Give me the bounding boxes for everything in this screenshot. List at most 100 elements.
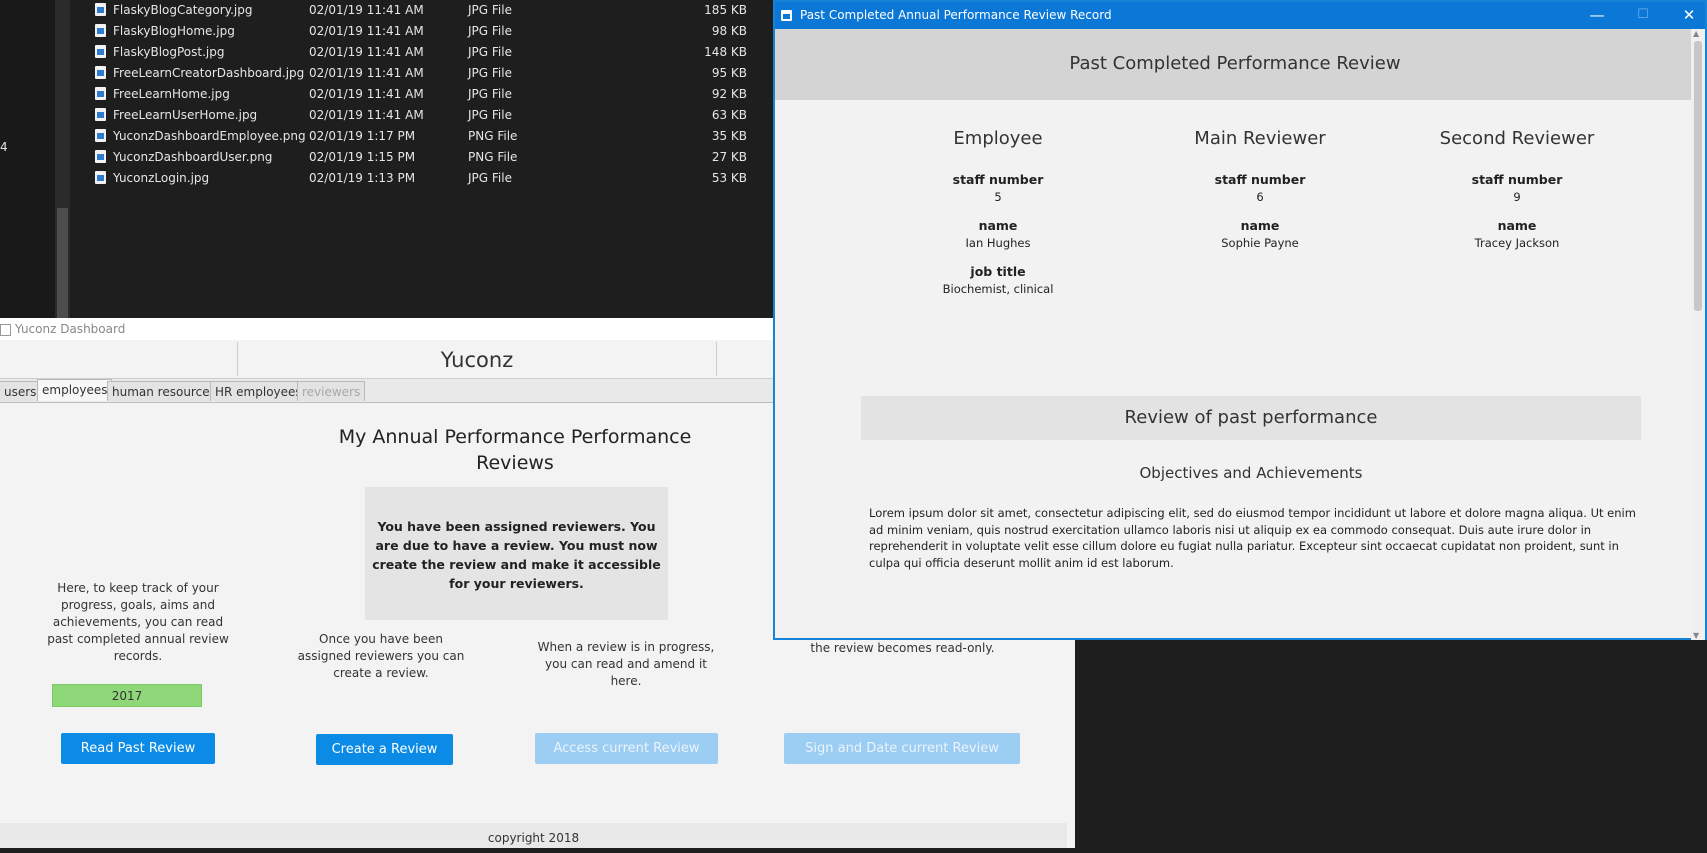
navigation-pane bbox=[0, 0, 55, 318]
name-label: name bbox=[1240, 218, 1280, 233]
tab-employees[interactable]: employees bbox=[37, 379, 113, 401]
file-date: 02/01/19 11:41 AM bbox=[309, 87, 424, 101]
file-row[interactable]: FlaskyBlogHome.jpg 02/01/19 11:41 AM JPG… bbox=[92, 21, 747, 42]
employee-job-title: Biochemist, clinical bbox=[942, 282, 1054, 296]
employee-title: Employee bbox=[953, 128, 1043, 149]
image-file-icon bbox=[95, 66, 106, 79]
main-reviewer-title: Main Reviewer bbox=[1194, 128, 1326, 149]
sign-review-description: the review becomes read-only. bbox=[810, 641, 995, 655]
main-reviewer-column: Main Reviewer staff number 6 name Sophie… bbox=[1130, 128, 1390, 264]
minimize-icon[interactable]: — bbox=[1587, 6, 1607, 24]
file-size: 98 KB bbox=[711, 24, 747, 38]
file-name: YuconzDashboardUser.png bbox=[113, 150, 273, 164]
file-type: JPG File bbox=[468, 87, 512, 101]
file-date: 02/01/19 1:17 PM bbox=[309, 129, 416, 143]
file-size: 92 KB bbox=[711, 87, 747, 101]
file-date: 02/01/19 11:41 AM bbox=[309, 24, 424, 38]
image-file-icon bbox=[95, 171, 106, 184]
second-reviewer-name: Tracey Jackson bbox=[1474, 236, 1560, 250]
file-row[interactable]: FreeLearnUserHome.jpg 02/01/19 11:41 AM … bbox=[92, 105, 747, 126]
file-date: 02/01/19 1:15 PM bbox=[309, 150, 416, 164]
image-file-icon bbox=[95, 87, 106, 100]
tab-users[interactable]: users bbox=[0, 381, 42, 401]
popup-header: Past Completed Performance Review bbox=[775, 29, 1695, 100]
notice-text: You have been assigned reviewers. You ar… bbox=[372, 519, 661, 591]
popup-window-title: Past Completed Annual Performance Review… bbox=[800, 8, 1112, 22]
employee-column: Employee staff number 5 name Ian Hughes … bbox=[868, 128, 1128, 310]
tab-reviewers: reviewers bbox=[297, 381, 366, 401]
popup-scrollbar[interactable]: ▲ ▼ bbox=[1691, 29, 1705, 640]
file-row[interactable]: YuconzLogin.jpg 02/01/19 1:13 PM JPG Fil… bbox=[92, 168, 747, 189]
file-name: YuconzDashboardEmployee.png bbox=[113, 129, 306, 143]
nav-pane-marker: 4 bbox=[0, 140, 8, 154]
file-type: PNG File bbox=[468, 150, 518, 164]
file-date: 02/01/19 11:41 AM bbox=[309, 45, 424, 59]
file-name: FreeLearnCreatorDashboard.jpg bbox=[113, 66, 305, 80]
file-row[interactable]: YuconzDashboardUser.png 02/01/19 1:15 PM… bbox=[92, 147, 747, 168]
app-window-icon bbox=[0, 324, 11, 336]
objectives-text: Lorem ipsum dolor sit amet, consectetur … bbox=[869, 506, 1636, 570]
access-current-review-button: Access current Review bbox=[535, 733, 718, 764]
file-name: YuconzLogin.jpg bbox=[113, 171, 210, 185]
file-date: 02/01/19 1:13 PM bbox=[309, 171, 416, 185]
staff-number-label: staff number bbox=[1214, 172, 1306, 187]
file-name: FreeLearnUserHome.jpg bbox=[113, 108, 258, 122]
app-window-icon bbox=[781, 10, 792, 21]
staff-number-label: staff number bbox=[1471, 172, 1563, 187]
file-date: 02/01/19 11:41 AM bbox=[309, 3, 424, 17]
employee-staff-number: 5 bbox=[994, 190, 1002, 204]
file-size: 35 KB bbox=[711, 129, 747, 143]
file-type: JPG File bbox=[468, 108, 512, 122]
file-row[interactable]: FlaskyBlogPost.jpg 02/01/19 11:41 AM JPG… bbox=[92, 42, 747, 63]
page-heading: My Annual Performance Performance Review… bbox=[338, 426, 692, 474]
close-icon[interactable]: ✕ bbox=[1679, 6, 1699, 24]
maximize-icon: ☐ bbox=[1637, 7, 1649, 22]
file-type: JPG File bbox=[468, 171, 512, 185]
scrollbar-thumb[interactable] bbox=[57, 208, 68, 318]
scroll-up-icon[interactable]: ▲ bbox=[1693, 29, 1699, 38]
image-file-icon bbox=[95, 150, 106, 163]
file-row[interactable]: YuconzDashboardEmployee.png 02/01/19 1:1… bbox=[92, 126, 747, 147]
past-review-window: Past Completed Annual Performance Review… bbox=[773, 0, 1707, 640]
file-type: JPG File bbox=[468, 24, 512, 38]
file-type: JPG File bbox=[468, 66, 512, 80]
file-size: 27 KB bbox=[711, 150, 747, 164]
file-row[interactable]: FreeLearnHome.jpg 02/01/19 11:41 AM JPG … bbox=[92, 84, 747, 105]
file-row[interactable]: FlaskyBlogCategory.jpg 02/01/19 11:41 AM… bbox=[92, 0, 747, 21]
second-reviewer-column: Second Reviewer staff number 9 name Trac… bbox=[1387, 128, 1647, 264]
name-label: name bbox=[1497, 218, 1537, 233]
year-select-item[interactable]: 2017 bbox=[52, 684, 202, 707]
file-date: 02/01/19 11:41 AM bbox=[309, 108, 424, 122]
file-size: 95 KB bbox=[711, 66, 747, 80]
scrollbar-thumb[interactable] bbox=[1694, 41, 1702, 311]
popup-titlebar[interactable]: Past Completed Annual Performance Review… bbox=[775, 2, 1705, 29]
file-name: FreeLearnHome.jpg bbox=[113, 87, 230, 101]
explorer-scrollbar[interactable] bbox=[55, 0, 70, 318]
file-row[interactable]: FreeLearnCreatorDashboard.jpg 02/01/19 1… bbox=[92, 63, 747, 84]
dashboard-window-title: Yuconz Dashboard bbox=[15, 322, 126, 336]
second-reviewer-staff-number: 9 bbox=[1513, 190, 1521, 204]
brand-title: Yuconz bbox=[440, 348, 514, 372]
main-reviewer-staff-number: 6 bbox=[1256, 190, 1264, 204]
file-size: 53 KB bbox=[711, 171, 747, 185]
file-type: JPG File bbox=[468, 3, 512, 17]
file-date: 02/01/19 11:41 AM bbox=[309, 66, 424, 80]
file-explorer: 4 FlaskyBlogCategory.jpg 02/01/19 11:41 … bbox=[0, 0, 780, 318]
file-name: FlaskyBlogPost.jpg bbox=[113, 45, 225, 59]
tab-human-resources[interactable]: human resources bbox=[107, 381, 221, 401]
image-file-icon bbox=[95, 45, 106, 58]
image-file-icon bbox=[95, 108, 106, 121]
create-review-button[interactable]: Create a Review bbox=[316, 734, 453, 765]
read-past-review-button[interactable]: Read Past Review bbox=[61, 733, 215, 764]
name-label: name bbox=[978, 218, 1018, 233]
image-file-icon bbox=[95, 129, 106, 142]
file-type: PNG File bbox=[468, 129, 518, 143]
scroll-down-icon[interactable]: ▼ bbox=[1693, 631, 1699, 640]
sign-date-review-button: Sign and Date current Review bbox=[784, 733, 1020, 764]
file-size: 148 KB bbox=[704, 45, 747, 59]
image-file-icon bbox=[95, 3, 106, 16]
tab-hr-employees[interactable]: HR employees bbox=[210, 381, 307, 401]
past-review-description: Here, to keep track of your progress, go… bbox=[47, 581, 229, 663]
notice-box: You have been assigned reviewers. You ar… bbox=[365, 487, 668, 620]
file-name: FlaskyBlogCategory.jpg bbox=[113, 3, 253, 17]
